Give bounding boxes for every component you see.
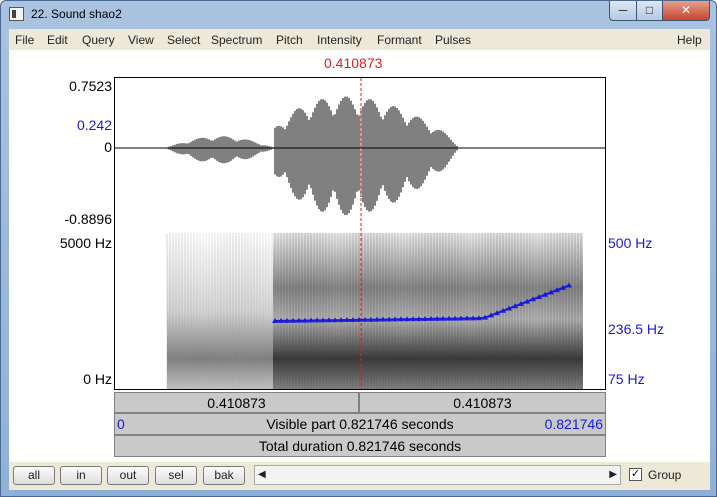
menu-spectrum[interactable]: Spectrum (211, 33, 262, 47)
menu-pitch[interactable]: Pitch (276, 33, 303, 47)
waveform-plot (115, 78, 605, 233)
time-segment-left-label: 0.410873 (207, 395, 266, 411)
title-bar[interactable]: 22. Sound shao2 ─ □ ✕ (1, 1, 716, 28)
spectrogram-panel[interactable] (114, 233, 606, 390)
menu-view[interactable]: View (128, 33, 154, 47)
menu-intensity[interactable]: Intensity (317, 33, 362, 47)
pitch-min-label: 75 Hz (608, 371, 645, 387)
pitch-max-label: 500 Hz (608, 235, 653, 251)
bottom-toolbar: all in out sel bak ◀ ▶ ✓ Group (9, 462, 710, 490)
group-label: Group (648, 468, 682, 482)
minimize-button[interactable]: ─ (609, 1, 637, 21)
spectrogram-min-label: 0 Hz (83, 371, 112, 387)
visible-part-label: Visible part 0.821746 seconds (266, 416, 454, 432)
close-button[interactable]: ✕ (662, 1, 710, 21)
cursor-time-label: 0.410873 (324, 55, 383, 71)
app-icon (9, 7, 24, 21)
visible-end-label: 0.821746 (544, 416, 603, 432)
zoom-in-button[interactable]: in (60, 466, 102, 485)
scroll-left-icon[interactable]: ◀ (258, 469, 266, 480)
zoom-all-button[interactable]: all (13, 466, 55, 485)
menu-formant[interactable]: Formant (377, 33, 422, 47)
menu-pulses[interactable]: Pulses (435, 33, 471, 47)
spectrogram-max-label: 5000 Hz (59, 235, 112, 251)
total-duration-bar[interactable]: Total duration 0.821746 seconds (114, 435, 606, 457)
group-checkbox[interactable]: ✓ (629, 468, 642, 481)
menu-bar: File Edit Query View Select Spectrum Pit… (9, 29, 710, 50)
menu-select[interactable]: Select (167, 33, 200, 47)
maximize-button[interactable]: □ (636, 1, 663, 21)
pitch-mid-label: 236.5 Hz (608, 321, 665, 337)
scroll-right-icon[interactable]: ▶ (609, 469, 617, 480)
waveform-level-label: 0.242 (76, 117, 112, 133)
time-segment-left[interactable]: 0.410873 (114, 392, 359, 413)
check-icon: ✓ (630, 468, 641, 480)
waveform-min-label: -0.8896 (64, 211, 112, 227)
zoom-back-button[interactable]: bak (203, 466, 245, 485)
window-client: File Edit Query View Select Spectrum Pit… (9, 29, 710, 490)
sound-editor-area[interactable]: 0.410873 0.7523 0.242 0 -0.8896 5000 Hz … (9, 50, 710, 462)
visible-part-bar[interactable]: 0 Visible part 0.821746 seconds 0.821746 (114, 413, 606, 435)
zoom-out-button[interactable]: out (107, 466, 149, 485)
waveform-max-label: 0.7523 (69, 78, 112, 94)
time-segment-right-label: 0.410873 (453, 395, 512, 411)
menu-query[interactable]: Query (82, 33, 115, 47)
waveform-zero-label: 0 (104, 139, 112, 155)
menu-edit[interactable]: Edit (47, 33, 68, 47)
time-scrollbar[interactable]: ◀ ▶ (254, 465, 621, 485)
praat-sound-window: 22. Sound shao2 ─ □ ✕ File Edit Query Vi… (0, 0, 717, 497)
waveform-panel[interactable] (114, 77, 606, 234)
window-title: 22. Sound shao2 (31, 7, 122, 21)
menu-help[interactable]: Help (677, 33, 702, 47)
zoom-selection-button[interactable]: sel (155, 466, 197, 485)
menu-file[interactable]: File (15, 33, 34, 47)
spectrogram-plot (166, 233, 583, 389)
total-duration-label: Total duration 0.821746 seconds (258, 438, 462, 454)
time-segment-right[interactable]: 0.410873 (359, 392, 606, 413)
